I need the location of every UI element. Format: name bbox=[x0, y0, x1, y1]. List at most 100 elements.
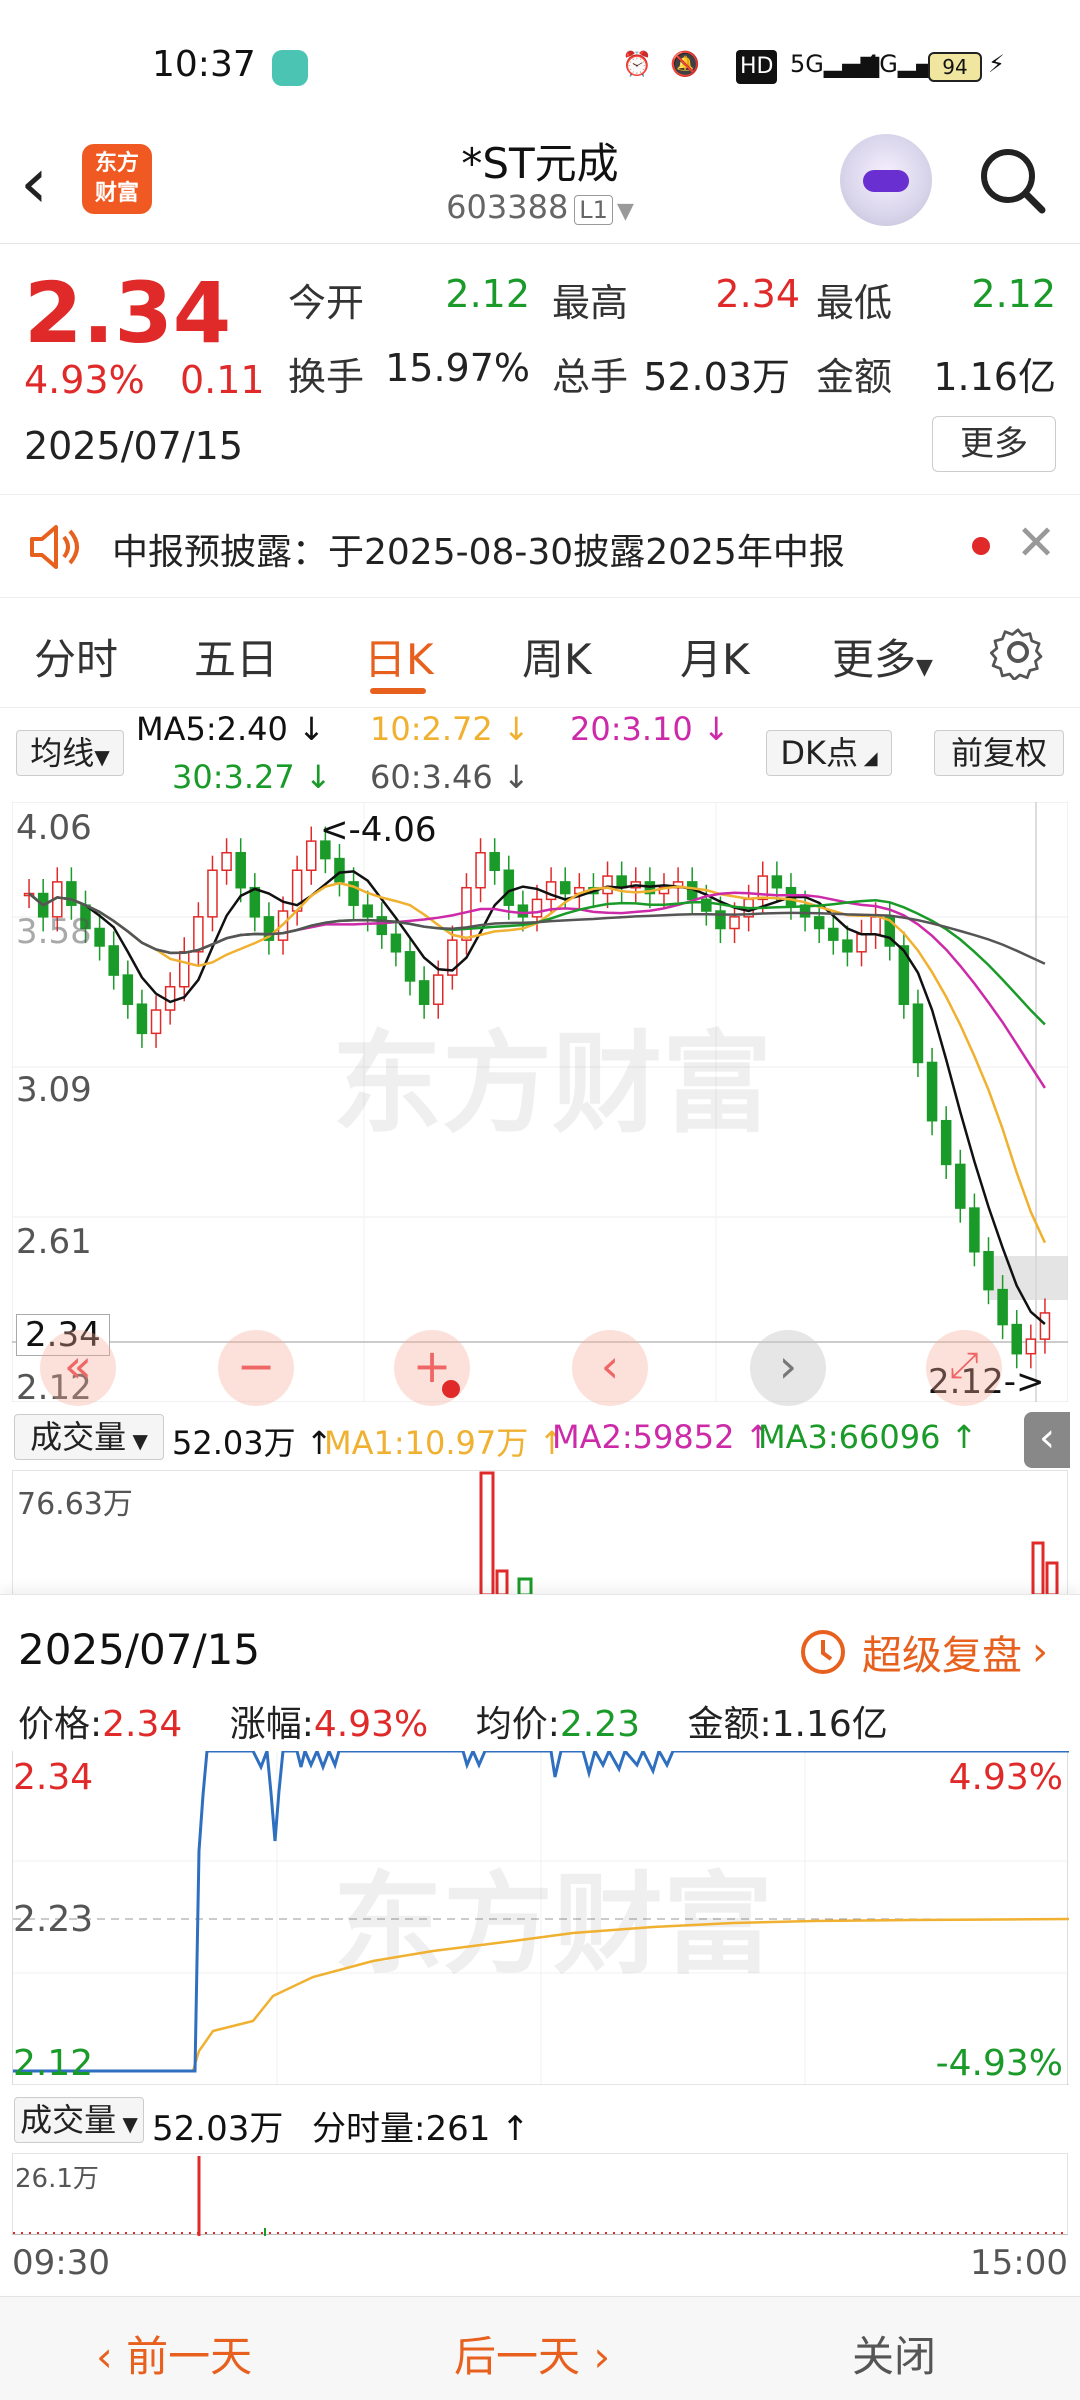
stock-code: 603388 bbox=[446, 188, 569, 226]
settings-gear-icon[interactable] bbox=[990, 624, 1046, 680]
candle-body bbox=[559, 881, 571, 895]
history-clock-icon bbox=[801, 1630, 845, 1674]
intraday-volume-selector[interactable]: 成交量 ▼ bbox=[14, 2097, 144, 2143]
assistant-robot-icon[interactable] bbox=[840, 134, 932, 226]
candle-body bbox=[475, 852, 486, 889]
notice-bar[interactable]: 中报预披露：于2025-08-30披露2025年中报 ✕ bbox=[0, 494, 1080, 598]
indicator-selector[interactable]: 均线▼ bbox=[16, 730, 124, 776]
prev-day-button[interactable]: ‹ 前一天 bbox=[96, 2323, 252, 2384]
close-icon[interactable]: ✕ bbox=[1016, 515, 1056, 571]
close-button[interactable]: 关闭 bbox=[852, 2323, 936, 2384]
more-quote-button[interactable]: 更多 bbox=[932, 416, 1056, 472]
candle-body bbox=[108, 945, 119, 976]
alarm-icon: ⏰ bbox=[622, 50, 652, 78]
candle-body bbox=[150, 1009, 162, 1035]
candle-body bbox=[870, 916, 881, 936]
intraday-pct-bot: -4.93% bbox=[935, 2043, 1063, 2084]
open-label: 今开 bbox=[288, 281, 365, 325]
tab-five-day[interactable]: 五日 bbox=[194, 626, 278, 687]
candle-body bbox=[531, 898, 543, 918]
chart-tabs: 分时 五日 日K 周K 月K 更多▼ bbox=[0, 598, 1080, 708]
watermark-text: 东方财富 bbox=[332, 1020, 772, 1148]
candle-body bbox=[1011, 1323, 1022, 1355]
volume-label: 总手 bbox=[552, 355, 629, 399]
candle-body bbox=[136, 1003, 148, 1035]
candle-body bbox=[912, 1003, 924, 1064]
candle-body bbox=[418, 980, 430, 1005]
volume-value: 52.03万 bbox=[643, 355, 790, 399]
amount-label: 金额 bbox=[816, 355, 893, 399]
intraday-chart: 东方财富 2.34 2.23 2.12 4.93% -4.93% bbox=[12, 1746, 1070, 2086]
intraday-y-mid: 2.23 bbox=[13, 1899, 94, 1940]
tab-more[interactable]: 更多▼ bbox=[832, 626, 933, 687]
battery-icon: 94 bbox=[928, 52, 982, 82]
candle-body bbox=[503, 869, 515, 906]
quote-panel: 2.34 4.93% 0.11 2025/07/15 今开 2.12 最高 2.… bbox=[0, 244, 1080, 494]
volume-indicator-selector[interactable]: 成交量 ▼ bbox=[14, 1414, 164, 1460]
candle-body bbox=[729, 916, 740, 930]
candle-body bbox=[178, 951, 190, 988]
candle-body bbox=[771, 875, 783, 889]
candle-body bbox=[757, 875, 769, 901]
intraday-vol-max: 26.1万 bbox=[15, 2164, 99, 2194]
panel-price: 2.34 bbox=[102, 1704, 183, 1745]
intraday-y-bot: 2.12 bbox=[13, 2043, 94, 2084]
scroll-left-fast-icon[interactable]: « bbox=[40, 1330, 116, 1406]
candle-body bbox=[432, 974, 444, 1005]
kline-chart[interactable]: 东方财富 4.06 3.58 3.09 2.61 2.12 <-4.06 2.1… bbox=[11, 801, 1069, 1408]
scroll-right-icon[interactable]: › bbox=[750, 1330, 826, 1406]
volume-bars bbox=[479, 1471, 1059, 1595]
notice-text: 中报预披露：于2025-08-30披露2025年中报 bbox=[112, 532, 845, 573]
candle-body bbox=[193, 916, 204, 953]
volume-chart: 76.63万 bbox=[12, 1470, 1068, 1595]
candle-body bbox=[517, 904, 529, 918]
candle-body bbox=[813, 916, 825, 930]
stock-header: ‹ 东方 财富 *ST元成 603388 L1 ▼ bbox=[0, 130, 1080, 244]
tab-intraday[interactable]: 分时 bbox=[34, 626, 118, 687]
open-value: 2.12 bbox=[445, 272, 530, 316]
adjust-mode-button[interactable]: 前复权 bbox=[934, 730, 1064, 776]
low-label: 最低 bbox=[816, 281, 893, 325]
kline-svg: 东方财富 bbox=[11, 801, 1069, 1403]
panel-avg: 2.23 bbox=[559, 1704, 641, 1745]
high-label: 最高 bbox=[552, 281, 629, 325]
next-day-button[interactable]: 后一天 › bbox=[454, 2323, 610, 2384]
candle-body bbox=[1039, 1312, 1051, 1340]
y-label-3: 3.09 bbox=[16, 1070, 92, 1110]
intraday-replay-panel: 2025/07/15 超级复盘 › 价格:2.34 涨幅:4.93% 均价:2.2… bbox=[0, 1594, 1080, 2294]
time-end: 15:00 bbox=[970, 2243, 1068, 2283]
time-start: 09:30 bbox=[12, 2243, 110, 2283]
collapse-side-icon[interactable]: ‹ bbox=[1024, 1412, 1070, 1468]
candle-body bbox=[828, 927, 839, 941]
app-notification-icon bbox=[272, 50, 308, 86]
tab-weekly-k[interactable]: 周K bbox=[522, 626, 592, 687]
change-percent: 4.93% bbox=[24, 358, 145, 402]
low-value: 2.12 bbox=[971, 272, 1056, 316]
candle-body bbox=[94, 927, 105, 947]
candle-body bbox=[207, 869, 218, 918]
dk-point-button[interactable]: DK点 ◢ bbox=[766, 730, 892, 776]
candle-body bbox=[334, 857, 345, 883]
intraday-volume: 52.03万 bbox=[152, 2109, 284, 2149]
intraday-svg: 东方财富 bbox=[13, 1746, 1070, 2086]
candle-body bbox=[602, 875, 613, 895]
hd-icon: HD bbox=[736, 50, 778, 84]
turnover-value: 15.97% bbox=[385, 346, 530, 390]
candle-body bbox=[249, 886, 261, 918]
search-icon[interactable] bbox=[978, 146, 1048, 216]
tab-monthly-k[interactable]: 月K bbox=[680, 626, 750, 687]
panel-amt: 1.16亿 bbox=[771, 1704, 888, 1745]
candle-body bbox=[489, 852, 500, 871]
zoom-in-icon[interactable]: + bbox=[394, 1330, 470, 1406]
super-replay-button[interactable]: 超级复盘 › bbox=[798, 1623, 1048, 1681]
zoom-out-icon[interactable]: − bbox=[218, 1330, 294, 1406]
panel-stats-row: 价格:2.34 涨幅:4.93% 均价:2.23 金额:1.16亿 bbox=[18, 1704, 888, 1745]
zoom-dot bbox=[442, 1380, 460, 1398]
candle-body bbox=[940, 1119, 952, 1166]
chevron-down-icon: ▼ bbox=[616, 199, 634, 224]
fullscreen-icon[interactable]: ⤢ bbox=[926, 1330, 1002, 1406]
scroll-left-icon[interactable]: ‹ bbox=[572, 1330, 648, 1406]
turnover-label: 换手 bbox=[288, 355, 365, 399]
level-badge: L1 bbox=[574, 195, 613, 225]
tab-daily-k[interactable]: 日K bbox=[364, 626, 434, 687]
